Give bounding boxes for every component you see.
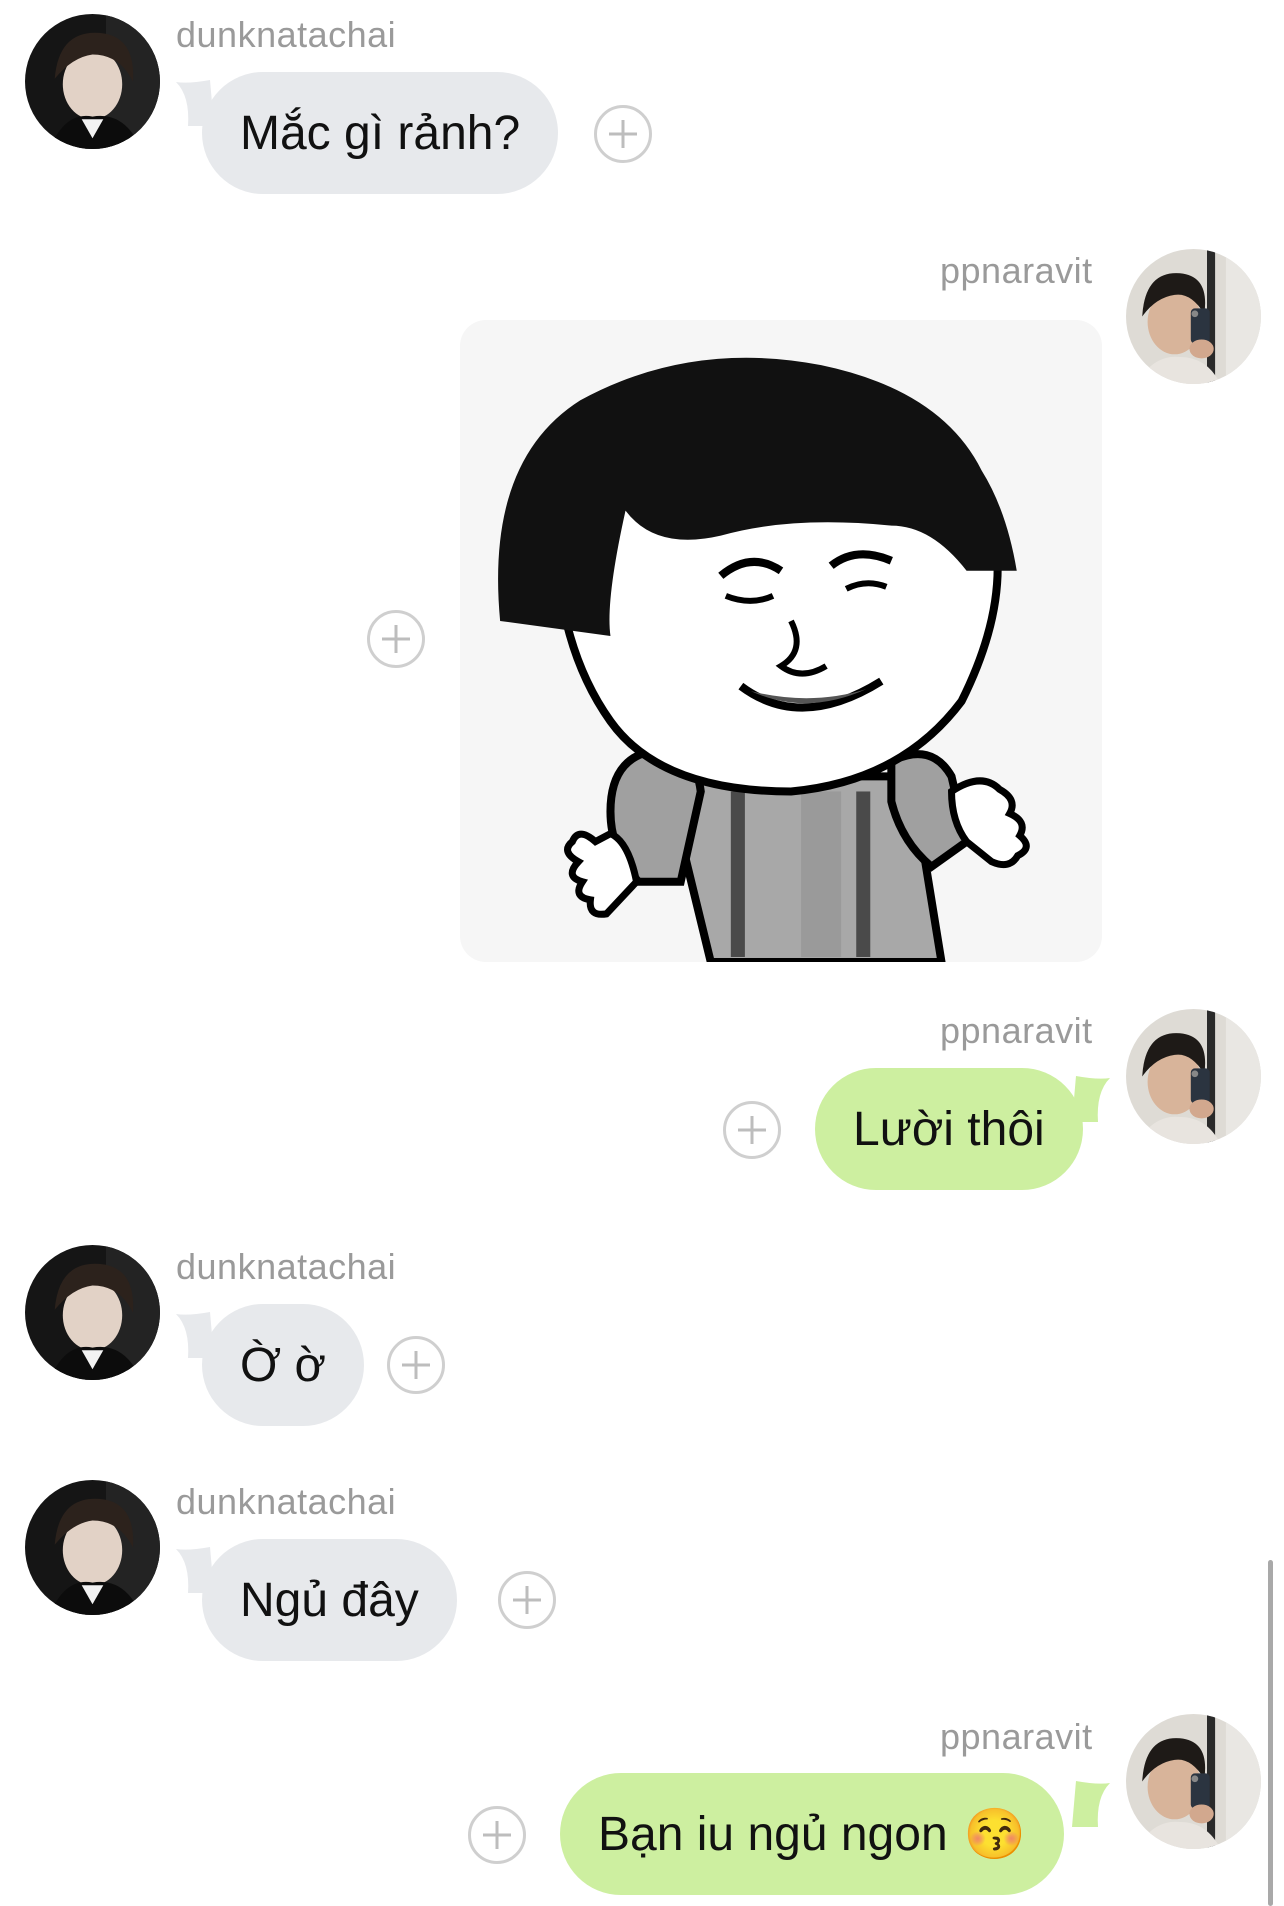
add-reaction-button[interactable] (723, 1101, 781, 1159)
scrollbar[interactable] (1268, 1560, 1273, 1906)
message-bubble[interactable]: Mắc gì rảnh? (202, 72, 559, 194)
avatar[interactable] (1126, 249, 1261, 384)
add-reaction-button[interactable] (594, 105, 652, 163)
sticker-message[interactable] (460, 320, 1102, 962)
avatar[interactable] (1126, 1714, 1261, 1849)
kissing-face-emoji: 😚 (963, 1805, 1026, 1862)
sender-name: ppnaravit (940, 250, 1093, 291)
bubble-tail (1072, 1781, 1110, 1827)
avatar[interactable] (1126, 1009, 1261, 1144)
message-text: Mắc gì rảnh? (240, 106, 521, 160)
avatar[interactable] (25, 14, 160, 149)
message-bubble[interactable]: Ngủ đây (202, 1539, 457, 1661)
add-reaction-button[interactable] (367, 610, 425, 668)
message-bubble[interactable]: Lười thôi (815, 1068, 1083, 1190)
add-reaction-button[interactable] (498, 1571, 556, 1629)
avatar-photo-ppnaravit (1126, 1714, 1261, 1849)
sender-name: dunknatachai (176, 1481, 397, 1522)
avatar-photo-ppnaravit (1126, 249, 1261, 384)
message-bubble[interactable]: Bạn iu ngủ ngon 😚 (560, 1773, 1064, 1895)
avatar[interactable] (25, 1245, 160, 1380)
add-reaction-button[interactable] (468, 1806, 526, 1864)
avatar-photo-dunknatachai (25, 1245, 160, 1380)
avatar-photo-dunknatachai (25, 1480, 160, 1615)
message-text: Ờ ờ (240, 1338, 326, 1392)
message-text: Bạn iu ngủ ngon (598, 1807, 948, 1861)
sender-name: ppnaravit (940, 1010, 1093, 1051)
message-text: Lười thôi (853, 1102, 1045, 1156)
sender-name: dunknatachai (176, 1246, 397, 1287)
avatar-photo-ppnaravit (1126, 1009, 1261, 1144)
shrugging-bowl-cut-meme-sticker (498, 357, 1030, 962)
bubble-tail (1072, 1076, 1110, 1122)
message-text: Ngủ đây (240, 1573, 419, 1627)
add-reaction-button[interactable] (387, 1336, 445, 1394)
sender-name: dunknatachai (176, 14, 397, 55)
avatar[interactable] (25, 1480, 160, 1615)
avatar-photo-dunknatachai (25, 14, 160, 149)
message-bubble[interactable]: Ờ ờ (202, 1304, 364, 1426)
sender-name: ppnaravit (940, 1716, 1093, 1757)
